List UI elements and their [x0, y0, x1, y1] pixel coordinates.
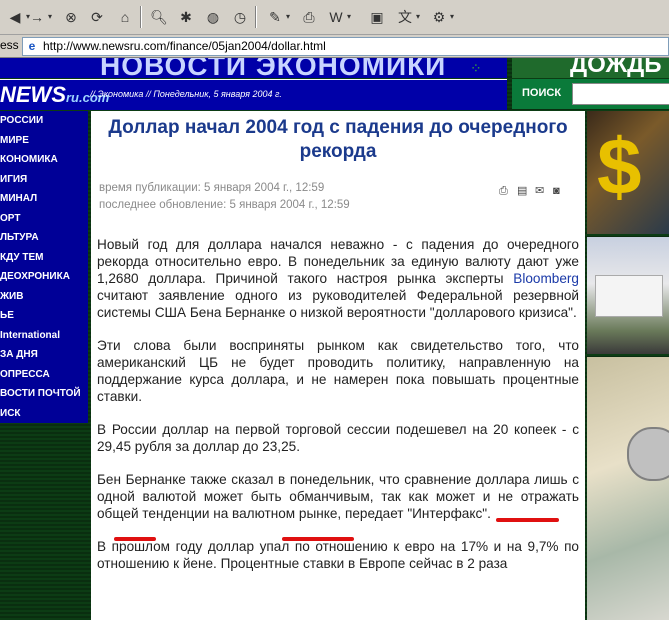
nav-item-press[interactable]: ОПРЕССА — [0, 365, 88, 385]
article-body: Новый год для доллара начался неважно - … — [97, 236, 579, 588]
search-input[interactable] — [572, 83, 669, 105]
refresh-icon[interactable]: ⟳ — [86, 6, 108, 28]
ad-banner[interactable]: ДОЖДЬ — [512, 58, 669, 78]
white-house-photo[interactable] — [587, 237, 669, 354]
favorites-icon[interactable]: ✱ — [175, 6, 197, 28]
address-url[interactable]: http://www.newsru.com/finance/05jan2004/… — [43, 39, 326, 53]
nav-item-videochronicle[interactable]: ДЕОХРОНИКА — [0, 267, 88, 287]
nav-item-criminal[interactable]: МИНАЛ — [0, 189, 88, 209]
paragraph-1: Новый год для доллара начался неважно - … — [97, 237, 579, 320]
search-label: ПОИСК — [522, 87, 562, 99]
paragraph-3: В России доллар на первой торговой сесси… — [97, 422, 579, 454]
nav-item-culture[interactable]: ЛЬТУРА — [0, 228, 88, 248]
browser-toolbar: ◀ ▾ → ▾ ⊗ ⟳ ⌂ 🔍︎ ✱ ◍ ◷ ✎ ▾ ⎙ W ▾ ▣ 文 ▾ ⚙ ▾ — [0, 0, 669, 35]
red-underline-old-rate — [114, 537, 156, 541]
site-navbar: NEWSru.com // Экономика // Понедельник, … — [0, 79, 507, 110]
search-icon[interactable]: 🔍︎ — [148, 6, 170, 28]
word-icon[interactable]: W ▾ — [325, 6, 351, 28]
white-house-building — [595, 275, 663, 317]
nav-item-news-by-mail[interactable]: ВОСТИ ПОЧТОЙ — [0, 384, 88, 404]
article-title: Доллар начал 2004 год с падения до очере… — [108, 117, 568, 162]
ad-banner-text: ДОЖДЬ — [570, 58, 662, 78]
article: Доллар начал 2004 год с падения до очере… — [91, 111, 585, 620]
email-icon[interactable]: ✉ — [535, 184, 549, 197]
left-navigation: РОССИИ МИРЕ КОНОМИКА ИГИЯ МИНАЛ ОРТ ЛЬТУ… — [0, 111, 88, 423]
paragraph-5: В прошлом году доллар упал по отношению … — [97, 539, 579, 571]
forward-icon[interactable]: → ▾ — [26, 6, 52, 28]
nav-item-sport[interactable]: ОРТ — [0, 209, 88, 229]
breadcrumb: // Экономика // Понедельник, 5 января 20… — [90, 89, 282, 99]
back-icon[interactable]: ◀ ▾ — [4, 6, 30, 28]
toolbar-separator — [140, 6, 142, 28]
history-icon[interactable]: ◷ — [229, 6, 251, 28]
article-meta: время публикации: 5 января 2004 г., 12:5… — [99, 180, 350, 214]
dollar-sign-icon: $ — [597, 122, 642, 211]
search-panel: ПОИСК — [512, 79, 669, 109]
nav-item-day-photo[interactable]: ЗА ДНЯ — [0, 345, 88, 365]
published-time: время публикации: 5 января 2004 г., 12:5… — [99, 182, 325, 194]
print-icon[interactable]: ⎙ — [298, 6, 320, 28]
updated-time: последнее обновление: 5 января 2004 г., … — [99, 199, 350, 211]
home-icon[interactable]: ⌂ — [114, 6, 136, 28]
nav-item-economy[interactable]: КОНОМИКА — [0, 150, 88, 170]
logo-main: NEWS — [0, 82, 66, 107]
ie-page-icon: e — [28, 39, 36, 53]
paragraph-4: Бен Бернанке также сказал в понедельник,… — [97, 472, 579, 521]
nav-item-international[interactable]: International — [0, 326, 88, 346]
right-image-column: $ — [587, 111, 669, 620]
web-page: НОВОСТИ ЭКОНОМИКИ ⁘ ДОЖДЬ NEWSru.com // … — [0, 58, 669, 620]
address-label: ess — [0, 38, 19, 52]
bloomberg-link[interactable]: Bloomberg — [513, 271, 579, 286]
messenger-icon[interactable]: ▣ — [366, 6, 388, 28]
nav-item-world[interactable]: МИРЕ — [0, 131, 88, 151]
edit-icon[interactable]: ✎ ▾ — [264, 6, 290, 28]
media-icon[interactable]: ◍ — [202, 6, 224, 28]
nav-item-misc[interactable]: ЬЕ — [0, 306, 88, 326]
tools-icon[interactable]: ⚙ ▾ — [428, 6, 454, 28]
address-bar: ess e http://www.newsru.com/finance/05ja… — [0, 35, 669, 58]
nav-item-russia[interactable]: РОССИИ — [0, 111, 88, 131]
paragraph-2: Эти слова были восприняты рынком как сви… — [97, 338, 579, 404]
save-icon[interactable]: ▤ — [517, 184, 531, 197]
toolbar-separator — [255, 6, 257, 28]
nav-item-religion[interactable]: ИГИЯ — [0, 170, 88, 190]
nav-item-live[interactable]: ЖИВ — [0, 287, 88, 307]
translate-icon[interactable]: 文 ▾ — [394, 6, 420, 28]
dollar-sign-photo[interactable]: $ — [587, 111, 669, 234]
address-input[interactable]: e http://www.newsru.com/finance/05jan200… — [22, 37, 669, 56]
coin-shape — [627, 427, 669, 481]
yen-banknotes-photo[interactable] — [587, 357, 669, 620]
print-icon[interactable]: ⎙ — [499, 185, 513, 197]
red-underline-kopecks — [496, 518, 559, 522]
red-underline-new-rate — [282, 537, 354, 541]
stop-icon[interactable]: ⊗ — [60, 6, 82, 28]
nav-item-search[interactable]: ИСК — [0, 404, 88, 424]
decorative-dots-icon: ⁘ — [470, 60, 482, 76]
header-banner: НОВОСТИ ЭКОНОМИКИ ⁘ — [0, 58, 507, 81]
photo-icon[interactable]: ◙ — [553, 185, 567, 197]
article-tools: ⎙ ▤ ✉ ◙ — [499, 181, 571, 199]
nav-item-topics[interactable]: КДУ ТЕМ — [0, 248, 88, 268]
